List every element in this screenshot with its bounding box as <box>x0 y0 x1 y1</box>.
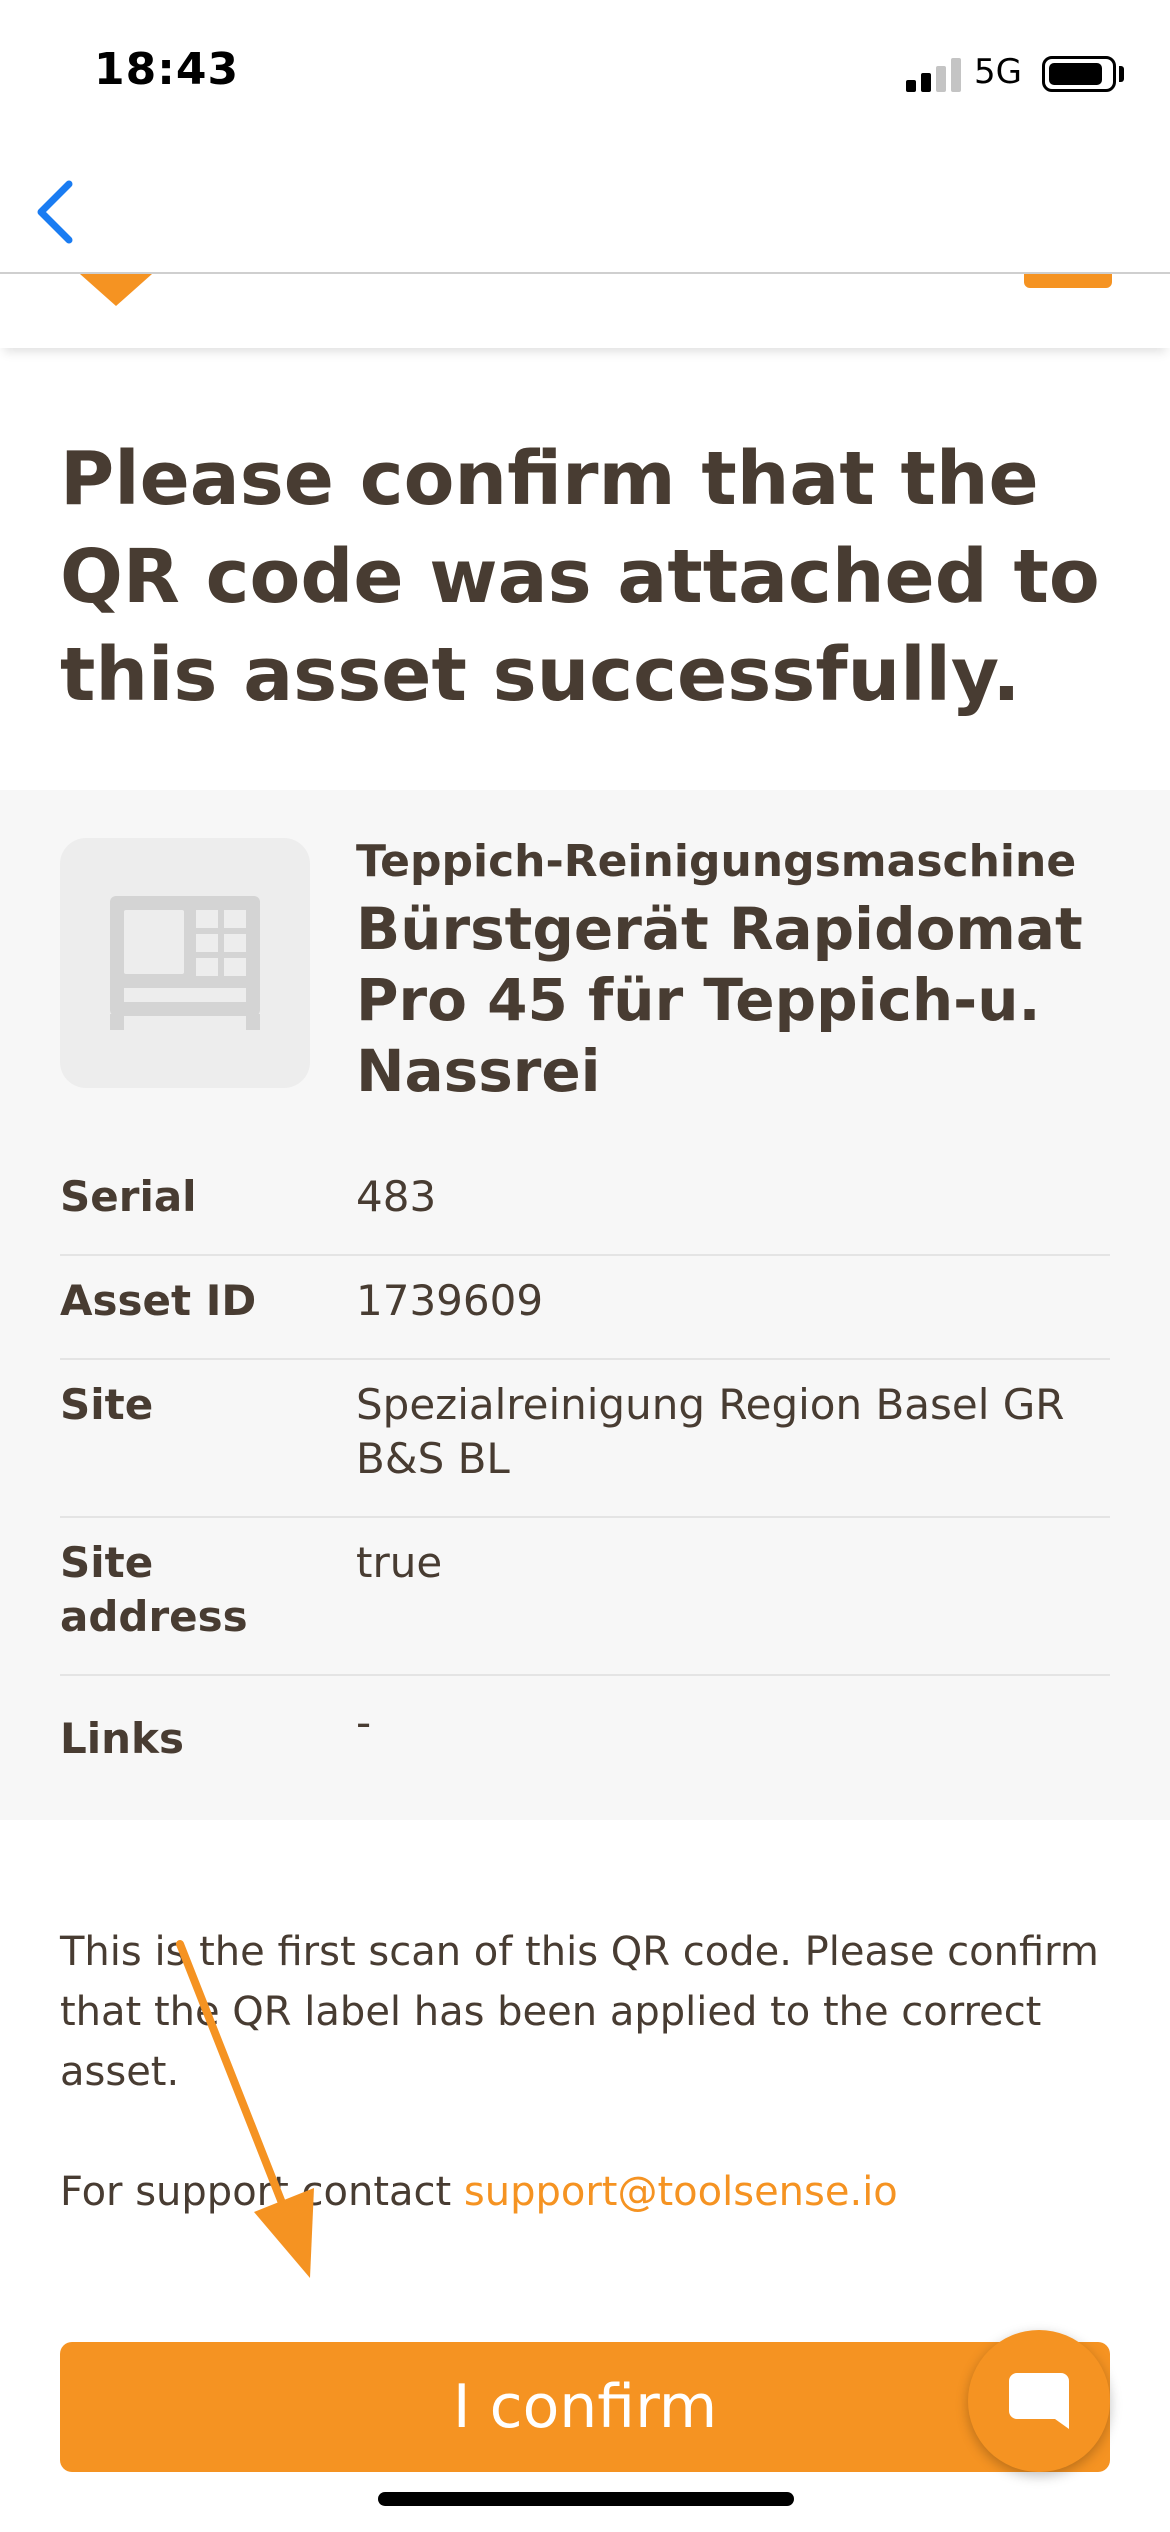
asset-name: Bürstgerät Rapidomat Pro 45 für Teppich-… <box>356 895 1083 1105</box>
confirm-button[interactable]: I confirm <box>60 2342 1110 2472</box>
support-line: For support contact support@toolsense.io <box>60 2162 898 2222</box>
detail-label: Serial <box>60 1172 197 1221</box>
detail-row-links: Links - <box>60 1676 1110 1786</box>
asset-card: Teppich-Reinigungsmaschine Bürstgerät Ra… <box>0 790 1170 1820</box>
back-button[interactable] <box>20 174 90 250</box>
detail-label: Asset ID <box>60 1276 257 1325</box>
detail-value: Spezialreinigung Region Basel GR B&S BL <box>356 1380 1065 1483</box>
status-time: 18:43 <box>94 44 240 95</box>
detail-value: 483 <box>356 1172 437 1221</box>
support-email-link[interactable]: support@toolsense.io <box>464 2169 898 2215</box>
chat-bubble-icon <box>1009 2373 1069 2429</box>
network-type: 5G <box>974 52 1022 92</box>
detail-value: 1739609 <box>356 1276 544 1325</box>
asset-category: Teppich-Reinigungsmaschine <box>356 836 1077 887</box>
screen: 18:43 5G Please confirm that the QR code… <box>0 0 1170 2532</box>
status-bar: 18:43 5G <box>0 0 1170 150</box>
battery-level <box>1049 63 1102 85</box>
navigation-bar <box>0 150 1170 274</box>
asset-thumbnail <box>60 838 310 1088</box>
detail-row-serial: Serial 483 <box>60 1170 1110 1256</box>
chevron-left-icon <box>37 180 73 244</box>
battery-cap <box>1119 66 1124 82</box>
detail-row-site: Site Spezialreinigung Region Basel GR B&… <box>60 1360 1110 1518</box>
chevron-down-icon <box>80 274 152 306</box>
cellular-signal-icon <box>906 58 961 92</box>
detail-label: Links <box>60 1714 184 1763</box>
detail-label: Site <box>60 1380 154 1429</box>
detail-label: Site address <box>60 1538 248 1641</box>
detail-value: true <box>356 1538 443 1587</box>
support-prefix: For support contact <box>60 2169 464 2215</box>
battery-icon <box>1042 56 1116 92</box>
header-tab-indicator <box>1024 274 1112 288</box>
collapsed-header-strip <box>0 274 1170 348</box>
detail-value: - <box>356 1698 372 1747</box>
page-title: Please confirm that the QR code was atta… <box>60 436 1100 718</box>
detail-row-site-address: Site address true <box>60 1518 1110 1676</box>
machine-placeholder-icon <box>110 896 260 1030</box>
detail-row-asset-id: Asset ID 1739609 <box>60 1256 1110 1360</box>
home-indicator <box>378 2492 794 2506</box>
first-scan-message: This is the first scan of this QR code. … <box>60 1929 1099 2095</box>
chat-button[interactable] <box>968 2330 1110 2472</box>
